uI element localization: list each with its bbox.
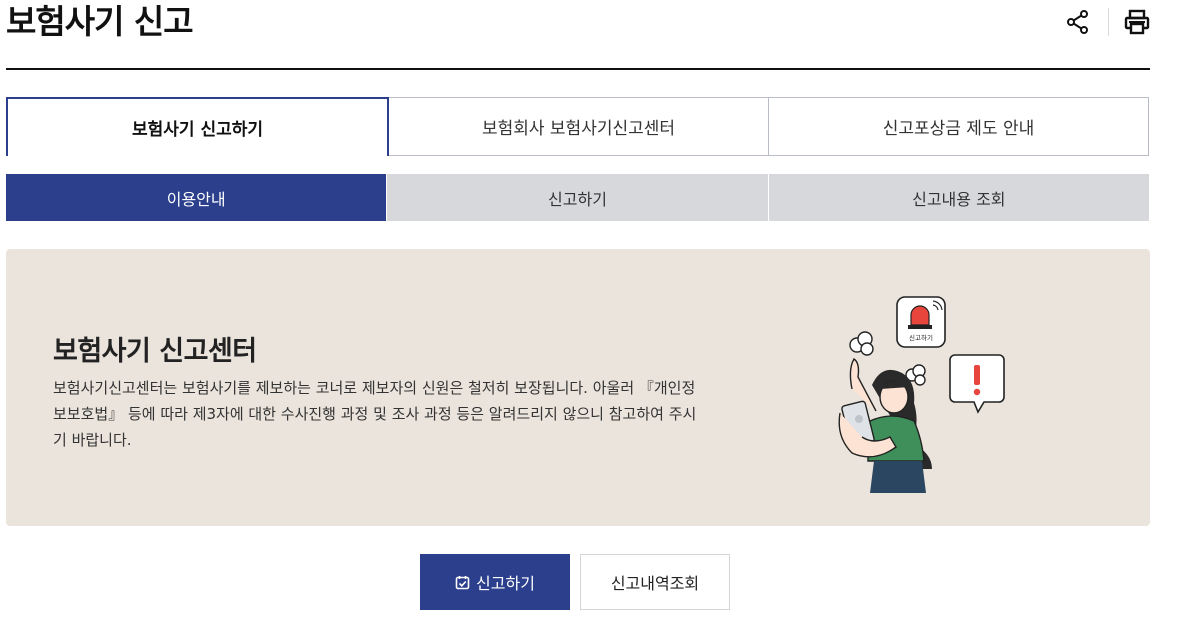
tab-label: 보험사기 신고하기 <box>131 120 264 140</box>
action-buttons: 신고하기 신고내역조회 <box>420 554 730 610</box>
main-tabs: 보험사기 신고하기 보험회사 보험사기신고센터 신고포상금 제도 안내 <box>6 97 1149 156</box>
intro-banner: 보험사기 신고센터 보험사기신고센터는 보험사기를 제보하는 코너로 제보자의 … <box>6 249 1150 526</box>
tab-label: 보험회사 보험사기신고센터 <box>481 119 676 139</box>
subtab-report[interactable]: 신고하기 <box>386 174 768 221</box>
report-history-button-label: 신고내역조회 <box>610 574 700 593</box>
banner-description: 보험사기신고센터는 보험사기를 제보하는 코너로 제보자의 신원은 철저히 보장… <box>53 379 697 449</box>
tab-reward-guide[interactable]: 신고포상금 제도 안내 <box>769 97 1149 156</box>
subtab-report-lookup[interactable]: 신고내용 조회 <box>767 174 1149 221</box>
exclamation-bubble <box>949 354 1005 414</box>
subtab-label: 신고내용 조회 <box>912 189 1006 209</box>
subtab-label: 신고하기 <box>548 189 607 209</box>
active-tab-pointer <box>192 165 202 172</box>
report-button[interactable]: 신고하기 <box>420 554 570 610</box>
tab-label: 신고포상금 제도 안내 <box>882 119 1035 139</box>
subtab-usage-guide[interactable]: 이용안내 <box>6 174 387 221</box>
report-history-button[interactable]: 신고내역조회 <box>580 554 730 610</box>
report-button-label: 신고하기 <box>476 574 535 593</box>
print-icon <box>1124 9 1150 35</box>
siren-app-icon: 신고하기 <box>896 296 946 348</box>
tab-insurer-report-center[interactable]: 보험회사 보험사기신고센터 <box>389 97 769 156</box>
sub-tabs: 이용안내 신고하기 신고내용 조회 <box>6 174 1149 221</box>
tab-insurance-fraud-report[interactable]: 보험사기 신고하기 <box>6 97 389 156</box>
calendar-check-icon <box>455 575 470 590</box>
page: 보험사기 신고 보험사기 신고하기 보험회사 보험사기신고센터 신고포상금 제도… <box>0 0 1177 641</box>
header-divider <box>6 68 1150 70</box>
share-button[interactable] <box>1064 8 1092 36</box>
banner-title: 보험사기 신고센터 <box>53 336 257 367</box>
app-icon-label: 신고하기 <box>909 333 933 342</box>
page-title: 보험사기 신고 <box>6 2 194 41</box>
tool-divider <box>1108 8 1109 36</box>
reporter-illustration: 신고하기 <box>838 296 1005 493</box>
print-button[interactable] <box>1123 8 1151 36</box>
subtab-label: 이용안내 <box>166 189 226 209</box>
share-icon <box>1067 10 1088 34</box>
header-tools <box>1064 8 1151 36</box>
